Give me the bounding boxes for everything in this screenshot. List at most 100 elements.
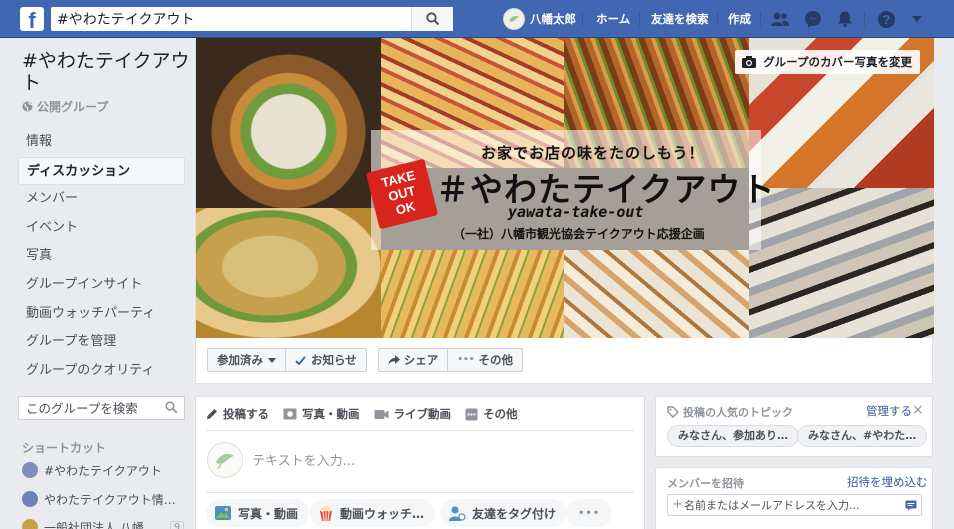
photo-icon [215,506,231,520]
notifications-button[interactable]: お知らせ [286,348,367,372]
post-composer: 投稿する 写真・動画 ライブ動画 その他 写真・動画 動画ウォッチ… 友達をタグ… [195,396,645,529]
sidebar-item-photos[interactable]: 写真 [18,242,185,271]
topic-chip[interactable]: みなさん、#やわた… [797,425,928,447]
popcorn-icon [320,505,332,521]
nav-divider [717,12,718,26]
embed-invite-link[interactable]: 招待を埋め込む [847,474,928,490]
sidebar-item-members[interactable]: メンバー [18,185,185,214]
create-link[interactable]: 作成 [728,7,751,31]
help-icon[interactable]: ? [875,8,897,30]
global-search-input[interactable] [51,7,411,31]
invite-members-heading: メンバーを招待 [667,477,744,490]
close-icon[interactable]: × [912,402,924,418]
watch-party-button[interactable]: 動画ウォッチ… [310,499,436,527]
photo-icon [283,408,297,420]
search-button[interactable] [411,7,453,31]
more-options-button[interactable]: ••• [566,499,613,527]
invite-field: + [667,494,922,516]
sidebar-item-group-insights[interactable]: グループインサイト [18,271,185,300]
tab-live-video[interactable]: ライブ動画 [374,406,451,422]
nav-divider [864,12,865,26]
divider [206,492,634,493]
share-arrow-icon [388,355,400,365]
plus-icon: + [672,497,683,512]
food-photo-sushi [749,188,934,338]
sidebar-item-discussion[interactable]: ディスカッション [18,156,185,186]
notifications-icon[interactable] [834,8,856,30]
more-dots-icon: ••• [578,507,601,519]
group-actions: 参加済み お知らせ シェア ••• その他 [207,348,524,372]
cover-photo[interactable]: TAKE OUT OK お家でお店の味をたのしもう！ ＃やわたテイクアウト ya… [196,38,934,338]
find-friends-link[interactable]: 友達を検索 [651,7,709,31]
group-title[interactable]: #やわたテイクアウト [22,50,192,94]
sidebar-item-group-quality[interactable]: グループのクオリティ [18,357,185,386]
food-photo-rice [381,250,564,338]
group-search [18,396,185,420]
dove-icon [509,16,519,22]
group-search-input[interactable] [19,397,159,419]
sidebar-item-about[interactable]: 情報 [18,128,185,157]
sidebar-item-watch-party[interactable]: 動画ウォッチパーティ [18,300,185,329]
profile-link[interactable]: 八幡太郎 [503,7,576,31]
photo-video-button[interactable]: 写真・動画 [206,499,310,527]
nav-divider [760,12,761,26]
more-button[interactable]: ••• その他 [448,348,524,372]
change-cover-button[interactable]: グループのカバー写真を変更 [735,50,920,74]
group-icon [22,462,38,478]
svg-text:?: ? [882,12,890,27]
cover-subtitle: yawata-take-out [508,203,644,221]
group-icon [22,491,38,507]
search-icon[interactable] [165,401,178,414]
page-icon [22,519,38,529]
chevron-down-icon [268,357,276,363]
cover-tagline: お家でお店の味をたのしもう！ [481,144,705,162]
tag-icon [667,406,679,418]
message-icon[interactable] [905,500,917,511]
topic-chip[interactable]: みなさん、参加あり… [667,425,799,447]
pencil-icon [207,409,217,419]
shortcut-count-badge: 9 [169,520,185,529]
nav-divider [582,12,583,26]
avatar [207,442,243,478]
user-name: 八幡太郎 [530,12,576,26]
sidebar-item-manage-group[interactable]: グループを管理 [18,328,185,357]
messenger-icon[interactable] [802,8,824,30]
camera-icon [742,56,757,68]
group-header: TAKE OUT OK お家でお店の味をたのしもう！ ＃やわたテイクアウト ya… [195,38,934,384]
group-privacy: 公開グループ [22,98,108,115]
composer-tabs: 投稿する 写真・動画 ライブ動画 その他 [206,403,532,425]
tag-friends-button[interactable]: 友達をタグ付け [440,499,568,527]
cover-organizer: （一社）八幡市観光協会テイクアウト応援企画 [453,227,705,241]
food-photo-noodles [196,208,381,338]
shortcut-item[interactable]: やわたテイクアウト情… [22,489,176,509]
sidebar-item-events[interactable]: イベント [18,214,185,243]
shortcut-item[interactable]: 一般社団法人 八幡… 9 [22,517,185,529]
shortcut-item[interactable]: #やわたテイクアウト [22,460,162,480]
divider [206,430,634,431]
more-dots-icon: ••• [457,355,475,365]
globe-icon [22,101,33,112]
post-text-input[interactable] [252,451,622,471]
tag-person-icon [449,506,466,521]
joined-button[interactable]: 参加済み [207,348,286,372]
invite-name-input[interactable] [668,495,888,515]
avatar [503,8,525,30]
video-camera-icon [374,409,388,419]
manage-topics-link[interactable]: 管理する [866,403,912,419]
tab-photo-video[interactable]: 写真・動画 [283,406,360,422]
popular-topics-card: 投稿の人気のトピック 管理する × みなさん、参加あり… みなさん、#やわた… [655,396,933,457]
account-menu-chevron-down-icon[interactable] [906,8,928,30]
top-navigation-bar: f 八幡太郎 ホーム 友達を検索 作成 ? [0,0,954,38]
friend-requests-icon[interactable] [769,8,791,30]
food-photo-bowl [196,38,381,208]
group-navigation: 情報 ディスカッション メンバー イベント 写真 グループインサイト 動画ウォッ… [18,128,185,385]
facebook-logo-icon[interactable]: f [20,7,44,31]
check-icon [295,355,306,365]
dove-icon [216,454,234,470]
home-link[interactable]: ホーム [596,7,630,31]
share-button[interactable]: シェア [377,348,449,372]
shortcuts-heading: ショートカット [22,441,107,455]
global-search [51,7,453,31]
tab-more[interactable]: その他 [465,406,518,422]
tab-write-post[interactable]: 投稿する [206,406,269,422]
